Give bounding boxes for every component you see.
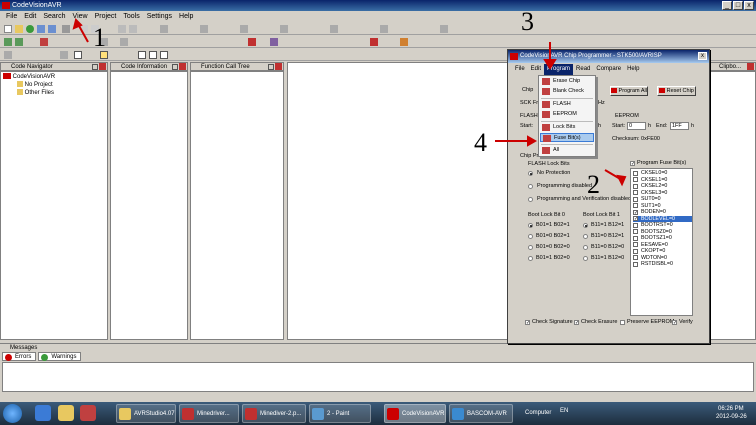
arrow-3-head <box>543 59 557 70</box>
annotation-arrows <box>72 18 627 187</box>
arrow-4-head <box>527 135 538 147</box>
arrow-2-head <box>616 174 627 187</box>
